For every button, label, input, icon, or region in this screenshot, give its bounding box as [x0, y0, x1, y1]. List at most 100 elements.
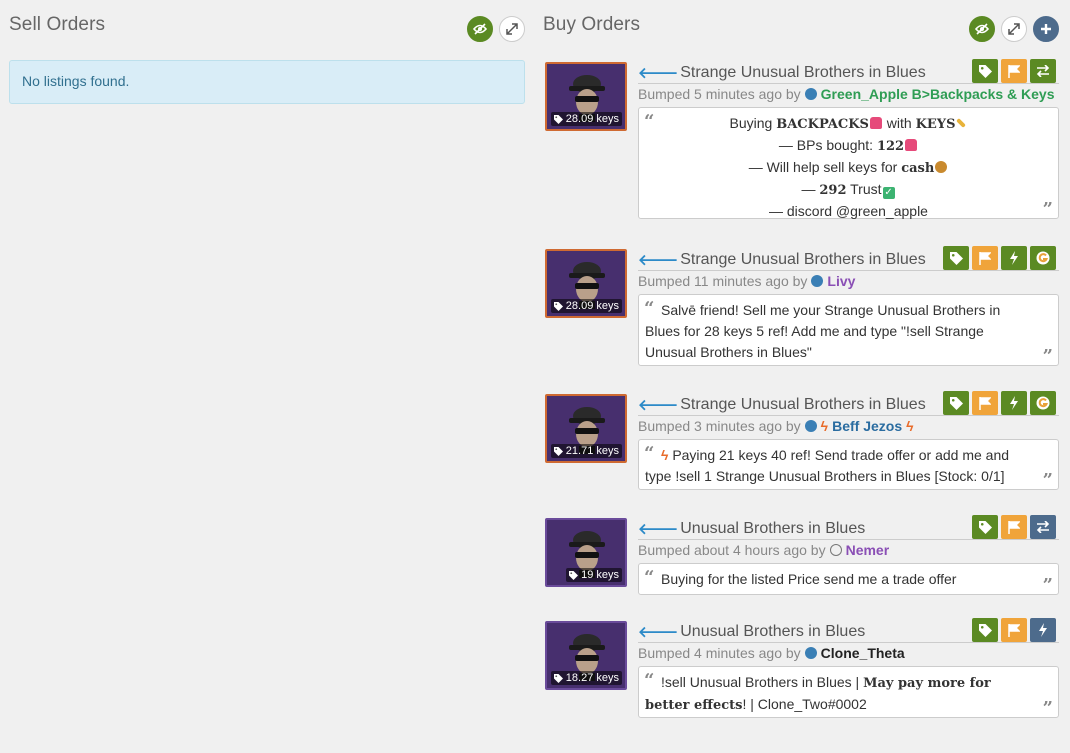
instant-trade-button[interactable]: [1001, 391, 1027, 415]
item-name: Strange Unusual Brothers in Blues: [680, 395, 926, 413]
trade-button[interactable]: [1030, 515, 1056, 539]
listing-title-row: 🡐 Strange Unusual Brothers in Blues: [638, 246, 1059, 271]
price-text: 19 keys: [581, 569, 619, 581]
listing-body: 🡐 Strange Unusual Brothers in Blues Bumpe…: [638, 59, 1059, 220]
listing-message: “ Salvē friend! Sell me your Strange Unu…: [638, 294, 1059, 367]
lightning-icon: [1010, 396, 1018, 410]
bumped-line: Bumped about 4 hours ago by Nemer: [638, 542, 1059, 558]
message-text: Salvē friend! Sell me your Strange Unusu…: [645, 302, 1001, 360]
bumped-text: Bumped 4 minutes ago by: [638, 645, 801, 661]
buy-orders-header: Buy Orders: [543, 0, 1059, 56]
listing-title[interactable]: 🡐 Unusual Brothers in Blues: [638, 622, 865, 642]
listing-body: 🡐 Unusual Brothers in Blues Bumped 4 minu…: [638, 618, 1059, 719]
price-tag: 21.71 keys: [550, 444, 622, 458]
quote-close-icon: ”: [1042, 346, 1053, 367]
price-button[interactable]: [943, 391, 969, 415]
user-name[interactable]: Clone_Theta: [821, 645, 905, 661]
item-image[interactable]: 28.09 keys: [545, 62, 627, 131]
arrow-left-icon: 🡐: [638, 397, 679, 414]
trade-button[interactable]: [1030, 59, 1056, 83]
expand-icon: [506, 23, 518, 35]
price-button[interactable]: [943, 246, 969, 270]
price-button[interactable]: [972, 59, 998, 83]
quote-close-icon: ”: [1042, 470, 1053, 491]
buy-header-buttons: [969, 16, 1059, 42]
arrow-left-icon: 🡐: [638, 65, 679, 82]
online-status-icon: [804, 647, 817, 659]
listing-body: 🡐 Strange Unusual Brothers in Blues Bumpe…: [638, 391, 1059, 491]
lightning-icon: [1010, 251, 1018, 265]
bumped-text: Bumped 5 minutes ago by: [638, 86, 801, 102]
buy-orders-title: Buy Orders: [543, 14, 641, 35]
item-image[interactable]: 28.09 keys: [545, 249, 627, 318]
listing-actions: [972, 515, 1056, 539]
hide-toggle-button[interactable]: [467, 16, 493, 42]
lightning-icon: ϟ: [906, 418, 914, 434]
item-image[interactable]: 18.27 keys: [545, 621, 627, 690]
g-button[interactable]: [1030, 246, 1056, 270]
price-text: 28.09 keys: [565, 113, 619, 125]
price-tag: 18.27 keys: [550, 671, 622, 685]
arrow-left-icon: 🡐: [638, 521, 679, 538]
price-button[interactable]: [972, 515, 998, 539]
listing-title[interactable]: 🡐 Strange Unusual Brothers in Blues: [638, 250, 926, 270]
lightning-icon: [1039, 623, 1047, 637]
item-image[interactable]: 21.71 keys: [545, 394, 627, 463]
tag-icon: [949, 251, 963, 265]
hide-toggle-button[interactable]: [969, 16, 995, 42]
tag-icon: [553, 301, 563, 311]
report-button[interactable]: [1001, 59, 1027, 83]
add-listing-button[interactable]: [1033, 16, 1059, 42]
user-name[interactable]: Green_Apple B>Backpacks & Keys: [821, 86, 1055, 102]
g-button[interactable]: [1030, 391, 1056, 415]
listing-message: “ !sell Unusual Brothers in Blues | May …: [638, 666, 1059, 719]
user-name[interactable]: Livy: [827, 273, 855, 289]
item-image[interactable]: 19 keys: [545, 518, 627, 587]
flag-icon: [979, 251, 991, 265]
arrow-left-icon: 🡐: [638, 624, 679, 641]
tag-icon: [949, 396, 963, 410]
listing-title[interactable]: 🡐 Strange Unusual Brothers in Blues: [638, 63, 926, 83]
report-button[interactable]: [1001, 515, 1027, 539]
expand-button[interactable]: [499, 16, 525, 42]
price-text: 18.27 keys: [565, 672, 619, 684]
bumped-text: Bumped 11 minutes ago by: [638, 273, 808, 289]
listing-actions: [943, 391, 1056, 415]
listing-title[interactable]: 🡐 Strange Unusual Brothers in Blues: [638, 395, 926, 415]
report-button[interactable]: [972, 391, 998, 415]
money-bag-emoji-icon: [935, 161, 948, 173]
expand-button[interactable]: [1001, 16, 1027, 42]
report-button[interactable]: [1001, 618, 1027, 642]
listing-actions: [972, 59, 1056, 83]
quote-open-icon: “: [644, 567, 655, 588]
quote-close-icon: ”: [1042, 199, 1053, 220]
instant-trade-button[interactable]: [1030, 618, 1056, 642]
flag-icon: [1008, 623, 1020, 637]
user-name[interactable]: Nemer: [846, 542, 890, 558]
plus-icon: [1041, 24, 1051, 34]
listing-title-row: 🡐 Strange Unusual Brothers in Blues: [638, 391, 1059, 416]
item-name: Strange Unusual Brothers in Blues: [680, 250, 926, 268]
instant-trade-button[interactable]: [1001, 246, 1027, 270]
price-button[interactable]: [972, 618, 998, 642]
g-icon: [1036, 251, 1050, 265]
message-text: Paying 21 keys 40 ref! Send trade offer …: [645, 447, 1010, 484]
online-status-icon: [804, 88, 817, 100]
price-tag: 19 keys: [566, 568, 622, 582]
listing-message: “ Buying BACKPACKS with KEYS — BPs bough…: [638, 107, 1059, 220]
listing-title[interactable]: 🡐 Unusual Brothers in Blues: [638, 519, 865, 539]
listing-title-row: 🡐 Unusual Brothers in Blues: [638, 515, 1059, 540]
buy-orders-column: Buy Orders 28.09 keys 🡐 Strange Unusual …: [543, 0, 1059, 719]
no-listings-alert: No listings found.: [9, 60, 525, 104]
g-icon: [1036, 396, 1050, 410]
message-text: Buying for the listed Price send me a tr…: [661, 571, 957, 587]
tag-icon: [553, 673, 563, 683]
user-name[interactable]: Beff Jezos: [832, 418, 902, 434]
tag-icon: [569, 570, 579, 580]
listing-title-row: 🡐 Strange Unusual Brothers in Blues: [638, 59, 1059, 84]
message-line: Buying BACKPACKS with KEYS: [661, 113, 1036, 135]
report-button[interactable]: [972, 246, 998, 270]
price-text: 21.71 keys: [565, 445, 619, 457]
bumped-line: Bumped 5 minutes ago by Green_Apple B>Ba…: [638, 86, 1059, 102]
swap-icon: [1036, 521, 1050, 533]
